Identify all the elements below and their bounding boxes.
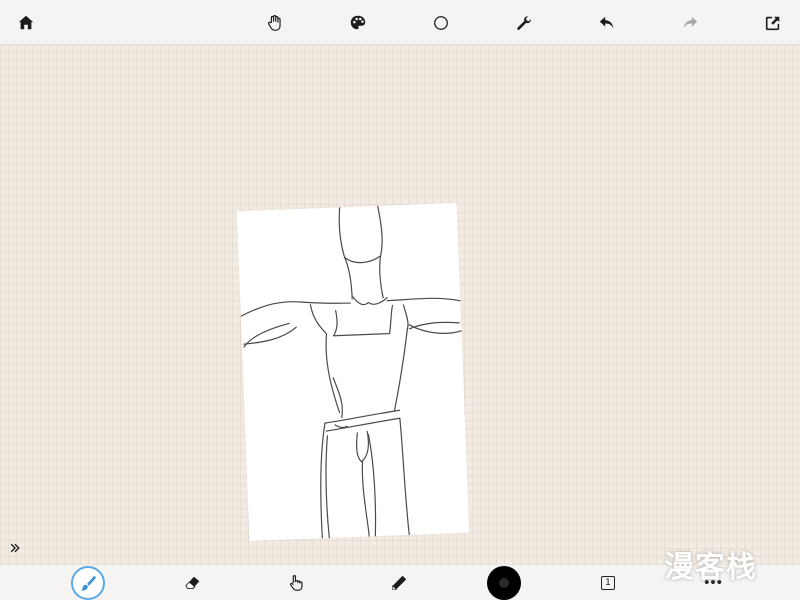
brush-tool-button[interactable] (71, 566, 105, 600)
redo-icon (683, 16, 698, 29)
eraser-icon (185, 576, 200, 589)
home-button[interactable] (13, 10, 39, 36)
color-picker-button[interactable] (487, 566, 521, 600)
settings-button[interactable] (511, 10, 537, 36)
figure-sketch (240, 205, 463, 539)
circle-icon (434, 16, 448, 30)
layers-button[interactable]: 1 (595, 570, 621, 596)
brush-icon (80, 575, 97, 591)
layers-icon: 1 (601, 576, 615, 590)
redo-button[interactable] (677, 10, 703, 36)
pencil-tool-button[interactable] (386, 570, 412, 596)
eraser-tool-button[interactable] (180, 570, 206, 596)
top-toolbar (0, 0, 800, 45)
smudge-hand-icon (290, 575, 303, 591)
home-icon (18, 15, 34, 30)
undo-button[interactable] (594, 10, 620, 36)
hand-icon (268, 15, 281, 31)
drawing-app: 1 ••• 漫客栈 (0, 0, 800, 600)
hand-tool-button[interactable] (262, 10, 288, 36)
share-icon (765, 16, 780, 31)
smudge-tool-button[interactable] (283, 570, 309, 596)
shape-tool-button[interactable] (428, 10, 454, 36)
palette-button[interactable] (345, 10, 371, 36)
pencil-icon (392, 575, 407, 590)
expand-sidebar-button[interactable] (6, 540, 24, 556)
canvas-area[interactable] (0, 44, 800, 564)
share-button[interactable] (760, 10, 786, 36)
watermark-logo: 漫客栈 (664, 550, 757, 585)
color-icon (499, 578, 509, 588)
undo-icon (599, 16, 614, 29)
double-chevron-right-icon (10, 543, 20, 553)
palette-icon (350, 15, 366, 30)
wrench-icon (517, 16, 531, 30)
drawing-paper[interactable] (236, 202, 470, 542)
